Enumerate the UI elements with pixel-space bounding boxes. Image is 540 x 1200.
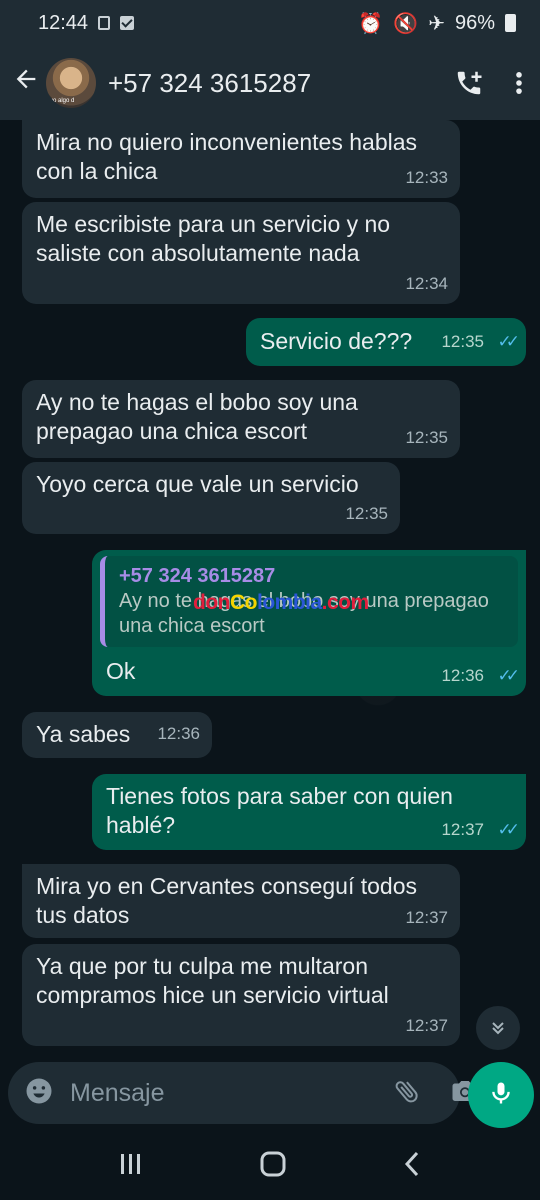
message-bubble-outgoing[interactable]: +57 324 3615287 Ay no te hagas el bobo s…	[92, 550, 526, 696]
message-list[interactable]: Mira no quiero inconvenientes hablas con…	[0, 120, 540, 1058]
message-time: 12:33	[405, 168, 448, 187]
system-navigation-bar	[0, 1132, 540, 1200]
message-bubble-incoming[interactable]: Mira yo en Cervantes conseguí todos tus …	[22, 864, 460, 938]
message-bubble-incoming[interactable]: Me escribiste para un servicio y no sali…	[22, 202, 460, 304]
avatar[interactable]: yo algo d	[46, 58, 96, 108]
message-time: 12:37	[405, 908, 448, 927]
quoted-sender: +57 324 3615287	[119, 565, 276, 587]
message-input[interactable]	[70, 1078, 392, 1108]
chevron-double-down-icon[interactable]	[476, 1006, 520, 1050]
message-text: Mira yo en Cervantes conseguí todos tus …	[36, 873, 417, 928]
message-text: Ay no te hagas el bobo soy una prepagao …	[36, 389, 358, 444]
double-check-icon: ✓✓	[497, 666, 520, 685]
message-bubble-incoming[interactable]: Mira no quiero inconvenientes hablas con…	[22, 120, 460, 198]
message-time: 12:37	[441, 820, 484, 839]
message-time: 12:36	[441, 666, 484, 685]
avatar-caption: yo algo d	[50, 98, 75, 104]
watermark-part: don	[193, 591, 230, 614]
quoted-message[interactable]: +57 324 3615287 Ay no te hagas el bobo s…	[100, 556, 518, 647]
watermark-part: lombia	[256, 591, 322, 614]
message-time: 12:37	[405, 1016, 448, 1035]
alarm-icon: ⏰	[358, 12, 384, 35]
nav-home-icon[interactable]	[259, 1150, 287, 1183]
message-bubble-incoming[interactable]: Ya sabes 12:36	[22, 712, 212, 758]
message-bubble-incoming[interactable]: Ay no te hagas el bobo soy una prepagao …	[22, 380, 460, 458]
status-time: 12:44	[38, 11, 89, 34]
watermark: donColombia.com	[193, 590, 369, 615]
message-text: Yoyo cerca que vale un servicio	[36, 471, 359, 497]
message-text: Tienes fotos para saber con quien hablé?	[106, 783, 453, 838]
watermark-part: Co	[229, 591, 258, 614]
double-check-icon: ✓✓	[497, 332, 520, 351]
message-text: Me escribiste para un servicio y no sali…	[36, 211, 391, 266]
message-time: 12:35	[405, 428, 448, 447]
double-check-icon: ✓✓	[497, 820, 520, 839]
airplane-icon: ✈	[428, 12, 445, 35]
attach-icon[interactable]	[392, 1076, 422, 1111]
message-bubble-incoming[interactable]: Ya que por tu culpa me multaron compramo…	[22, 944, 460, 1046]
checkbox-notification-icon	[120, 16, 135, 30]
trash-notification-icon	[98, 16, 111, 30]
emoji-icon[interactable]	[24, 1076, 54, 1111]
mic-icon	[487, 1079, 515, 1112]
nav-recents-icon[interactable]	[118, 1152, 144, 1181]
back-arrow-icon[interactable]	[10, 65, 42, 101]
message-bubble-incoming[interactable]: Yoyo cerca que vale un servicio 12:35	[22, 462, 400, 534]
chat-header: yo algo d +57 324 3615287	[0, 46, 540, 120]
contact-name[interactable]: +57 324 3615287	[108, 68, 311, 99]
message-composer	[8, 1062, 478, 1124]
battery-icon	[505, 14, 516, 32]
message-bubble-outgoing[interactable]: Tienes fotos para saber con quien hablé?…	[92, 774, 526, 850]
message-text: Ya que por tu culpa me multaron compramo…	[36, 953, 389, 1008]
nav-back-icon[interactable]	[402, 1150, 422, 1183]
message-bubble-outgoing[interactable]: Servicio de??? 12:35 ✓✓	[246, 318, 526, 366]
message-text: Mira no quiero inconvenientes hablas con…	[36, 129, 418, 184]
mic-button[interactable]	[468, 1062, 534, 1128]
add-call-icon[interactable]	[454, 68, 484, 98]
status-bar: 12:44 ⏰ 🔇 ✈ 96%	[0, 0, 540, 46]
battery-percent: 96%	[454, 11, 495, 34]
more-vert-icon[interactable]	[514, 69, 524, 97]
watermark-part: .com	[321, 591, 370, 614]
message-time: 12:36	[157, 724, 200, 743]
message-time: 12:35	[441, 332, 484, 351]
mute-icon: 🔇	[393, 12, 419, 35]
message-time: 12:34	[405, 274, 448, 293]
message-time: 12:35	[345, 504, 388, 523]
